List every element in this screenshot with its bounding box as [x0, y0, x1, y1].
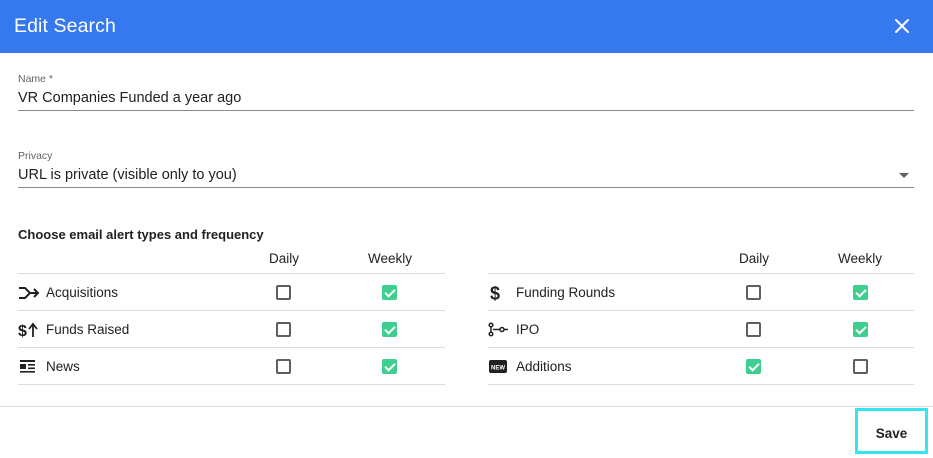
dollar-up-icon: $ [18, 322, 38, 338]
dialog-title: Edit Search [14, 15, 116, 37]
name-field-label: Name * [18, 73, 54, 85]
name-field-underline [18, 110, 914, 111]
dialog-header: Edit Search [0, 0, 933, 53]
weekly-checkbox[interactable] [853, 322, 868, 337]
dollar-icon: $ [490, 284, 500, 301]
alert-label: Funds Raised [46, 322, 130, 337]
weekly-checkbox[interactable] [853, 359, 868, 374]
privacy-select[interactable]: Privacy URL is private (visible only to … [18, 150, 914, 188]
merge-arrow-icon [19, 287, 40, 299]
alerts-section-title: Choose email alert types and frequency [18, 227, 264, 242]
save-button[interactable]: Save [855, 408, 928, 454]
dropdown-arrow-icon[interactable] [899, 173, 909, 178]
weekly-checkbox[interactable] [382, 322, 397, 337]
alert-row-ipo: IPO [488, 311, 914, 348]
daily-checkbox[interactable] [746, 322, 761, 337]
weekly-checkbox[interactable] [853, 285, 868, 300]
privacy-value[interactable]: URL is private (visible only to you) [18, 167, 237, 183]
column-daily: Daily [269, 251, 300, 266]
ipo-icon [488, 322, 508, 337]
privacy-underline [18, 187, 914, 188]
svg-text:NEW: NEW [491, 366, 505, 372]
alert-label: Funding Rounds [516, 285, 616, 300]
close-icon[interactable] [893, 17, 911, 35]
column-daily: Daily [739, 251, 770, 266]
new-badge-icon: NEW [489, 360, 507, 373]
svg-text:$: $ [18, 323, 27, 338]
alerts-table-right: Daily Weekly $ Funding Rounds IPO NEW Ad… [488, 249, 914, 385]
daily-checkbox[interactable] [276, 322, 291, 337]
daily-checkbox[interactable] [276, 285, 291, 300]
alert-row-funds-raised: $ Funds Raised [18, 311, 445, 348]
daily-checkbox[interactable] [746, 359, 761, 374]
alert-label: Acquisitions [46, 285, 119, 300]
svg-text:$: $ [490, 284, 500, 301]
weekly-checkbox[interactable] [382, 285, 397, 300]
name-input[interactable]: VR Companies Funded a year ago [18, 90, 241, 106]
news-icon [20, 360, 35, 373]
alerts-table-left: Daily Weekly Acquisitions $ Funds Raised… [18, 249, 445, 385]
footer-divider [0, 406, 933, 407]
daily-checkbox[interactable] [276, 359, 291, 374]
alert-label: Additions [516, 359, 572, 374]
alert-row-additions: NEW Additions [488, 348, 914, 385]
alert-label: IPO [516, 322, 540, 337]
name-field[interactable]: Name * VR Companies Funded a year ago [18, 73, 914, 111]
weekly-checkbox[interactable] [382, 359, 397, 374]
daily-checkbox[interactable] [746, 285, 761, 300]
column-weekly: Weekly [368, 251, 413, 266]
table-header: Daily Weekly [18, 249, 445, 274]
alert-row-acquisitions: Acquisitions [18, 274, 445, 311]
column-weekly: Weekly [838, 251, 883, 266]
alert-row-funding-rounds: $ Funding Rounds [488, 274, 914, 311]
table-header: Daily Weekly [488, 249, 914, 274]
privacy-label: Privacy [18, 150, 53, 162]
alert-row-news: News [18, 348, 445, 385]
alert-label: News [46, 359, 80, 374]
